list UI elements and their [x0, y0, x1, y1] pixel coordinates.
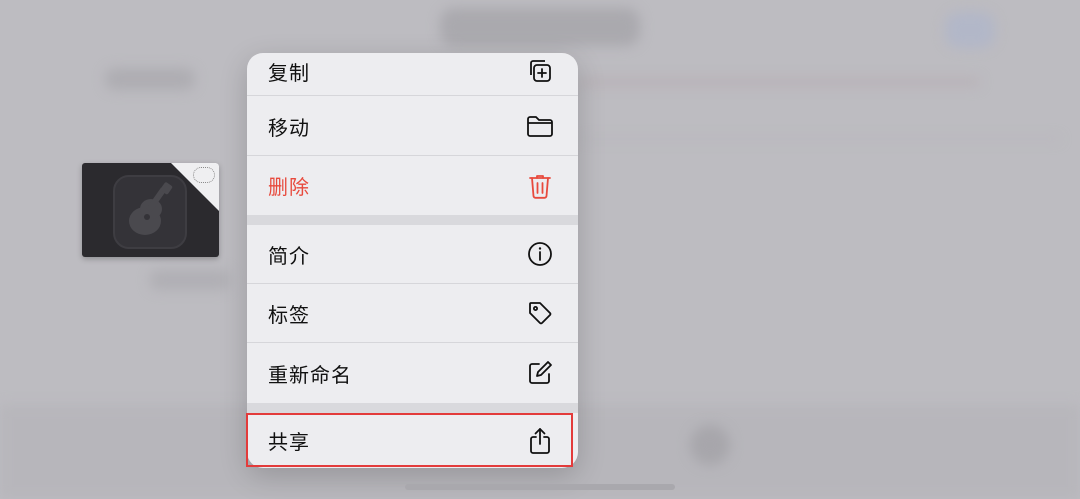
menu-item-label: 移动	[268, 115, 310, 140]
menu-item-label: 共享	[268, 430, 310, 454]
menu-group-separator	[247, 403, 578, 413]
background-filename-blur	[150, 270, 230, 290]
duplicate-icon	[526, 57, 554, 85]
background-label-blur	[105, 68, 195, 90]
menu-item-label: 重新命名	[268, 362, 352, 387]
menu-item-tags[interactable]: 标签	[247, 284, 578, 343]
menu-item-delete[interactable]: 删除	[247, 156, 578, 215]
tag-icon	[526, 299, 554, 327]
share-icon	[526, 427, 554, 455]
trash-icon	[526, 172, 554, 200]
menu-item-label: 简介	[268, 243, 310, 268]
context-menu: 复制 移动 删除 简介 标签 重新命名 共享	[247, 53, 578, 468]
menu-item-duplicate[interactable]: 复制	[247, 53, 578, 96]
background-title-blur	[440, 8, 640, 46]
folder-icon	[526, 112, 554, 140]
background-separator-blur	[580, 138, 1060, 140]
menu-item-label: 删除	[268, 175, 310, 199]
background-button-blur	[945, 12, 995, 48]
home-indicator	[405, 484, 675, 490]
rename-icon	[526, 359, 554, 387]
menu-item-info[interactable]: 简介	[247, 225, 578, 284]
background-toolbar-icon-blur	[690, 425, 730, 465]
menu-group-separator	[247, 215, 578, 225]
menu-item-rename[interactable]: 重新命名	[247, 343, 578, 403]
menu-item-label: 复制	[268, 60, 310, 85]
menu-item-label: 标签	[268, 302, 310, 327]
info-icon	[526, 240, 554, 268]
menu-item-share[interactable]: 共享	[247, 413, 578, 468]
cloud-download-icon	[193, 167, 215, 183]
background-line-blur	[580, 78, 980, 86]
menu-item-move[interactable]: 移动	[247, 97, 578, 156]
file-thumbnail[interactable]	[82, 163, 219, 257]
